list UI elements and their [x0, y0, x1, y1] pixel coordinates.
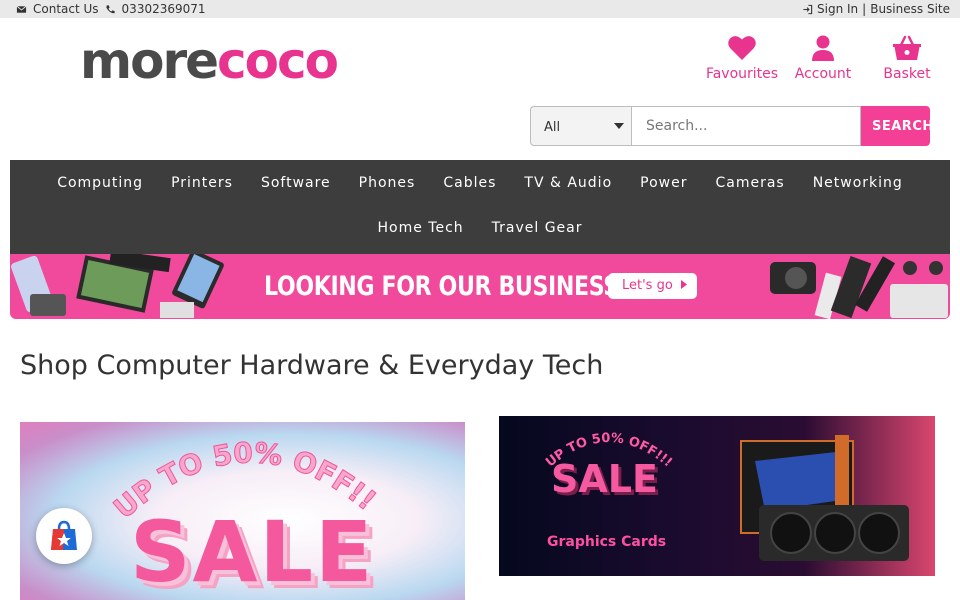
sale-promo-banner[interactable]: UP TO 50% OFF!!! SALE — [20, 422, 465, 600]
heart-icon — [728, 36, 756, 60]
main-nav: Computing Printers Software Phones Cable… — [10, 160, 950, 254]
logo-part-more: more — [80, 32, 219, 90]
graphics-card-product-image — [740, 435, 909, 561]
separator: | — [862, 2, 867, 16]
shopping-bag-icon — [51, 520, 77, 550]
business-site-banner[interactable]: LOOKING FOR OUR BUSINESS SITE? Let's go — [10, 254, 950, 319]
nav-item-computing[interactable]: Computing — [57, 175, 143, 191]
chevron-right-icon — [680, 280, 687, 289]
category-selected-value: All — [544, 120, 561, 135]
category-select[interactable]: All — [530, 106, 631, 146]
nav-item-tv-audio[interactable]: TV & Audio — [524, 175, 612, 191]
favourites-link[interactable]: Favourites — [704, 34, 780, 82]
nav-item-travel-gear[interactable]: Travel Gear — [492, 220, 583, 236]
nav-item-cameras[interactable]: Cameras — [715, 175, 784, 191]
page-title: Shop Computer Hardware & Everyday Tech — [20, 350, 604, 381]
account-links: Sign In | Business Site — [802, 2, 950, 16]
search-input[interactable] — [631, 106, 861, 146]
nav-item-phones[interactable]: Phones — [359, 175, 416, 191]
contact-us-link[interactable]: Contact Us — [33, 2, 99, 16]
phone-number-link[interactable]: 03302369071 — [122, 2, 206, 16]
promo2-sale-text: SALE — [551, 457, 658, 501]
basket-label: Basket — [883, 66, 931, 82]
devices-illustration-left — [11, 254, 224, 318]
site-logo[interactable]: morecoco — [80, 36, 339, 86]
nav-item-printers[interactable]: Printers — [171, 175, 233, 191]
basket-link[interactable]: Basket — [880, 34, 934, 82]
favourites-label: Favourites — [705, 66, 779, 82]
basket-icon — [893, 35, 921, 60]
sign-in-link[interactable]: Sign In — [817, 2, 858, 16]
nav-item-networking[interactable]: Networking — [813, 175, 903, 191]
search-button[interactable]: SEARCH — [861, 106, 930, 146]
contact-links: Contact Us 03302369071 — [16, 2, 206, 16]
shopping-bag-fab[interactable] — [36, 508, 92, 564]
nav-row-1: Computing Printers Software Phones Cable… — [10, 175, 950, 191]
account-label: Account — [794, 66, 852, 82]
sign-in-icon — [803, 4, 813, 14]
nav-item-cables[interactable]: Cables — [443, 175, 496, 191]
promo1-sale-text: SALE — [130, 503, 375, 600]
lets-go-button[interactable]: Let's go — [608, 273, 697, 299]
chevron-down-icon — [614, 123, 624, 129]
nav-item-home-tech[interactable]: Home Tech — [377, 220, 463, 236]
business-site-link[interactable]: Business Site — [870, 2, 950, 16]
phone-icon — [105, 4, 115, 13]
nav-row-2: Home Tech Travel Gear — [10, 220, 950, 236]
user-icon — [812, 35, 834, 61]
account-link[interactable]: Account — [792, 34, 854, 82]
graphics-cards-promo-banner[interactable]: UP TO 50% OFF!!! SALE Graphics Cards — [499, 416, 935, 576]
logo-part-coco: coco — [217, 32, 339, 90]
graphics-cards-label: Graphics Cards — [547, 534, 667, 550]
nav-item-power[interactable]: Power — [640, 175, 687, 191]
devices-illustration-right — [770, 255, 948, 319]
top-bar: Contact Us 03302369071 Sign In | Busines… — [0, 0, 960, 18]
lets-go-label: Let's go — [622, 278, 673, 293]
search-bar: All SEARCH — [530, 106, 930, 146]
nav-item-software[interactable]: Software — [261, 175, 331, 191]
envelope-icon — [16, 5, 27, 13]
